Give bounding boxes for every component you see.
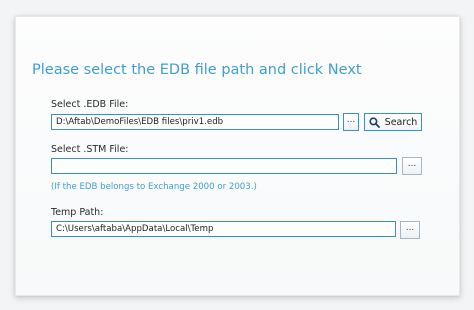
edb-file-path-input[interactable]: [51, 114, 339, 130]
search-button-label: Search: [384, 116, 418, 128]
edb-file-label: Select .EDB File:: [51, 99, 129, 110]
wizard-panel: [15, 16, 460, 296]
temp-path-input[interactable]: [51, 221, 396, 237]
search-button[interactable]: Search: [364, 113, 422, 131]
stm-file-path-input[interactable]: [51, 158, 397, 174]
stm-hint-text: (If the EDB belongs to Exchange 2000 or …: [51, 182, 257, 192]
temp-path-label: Temp Path:: [51, 207, 104, 218]
temp-browse-button[interactable]: ...: [400, 221, 420, 239]
stm-file-label: Select .STM File:: [51, 144, 129, 155]
page-title: Please select the EDB file path and clic…: [32, 62, 362, 78]
stm-browse-button[interactable]: ...: [402, 157, 422, 175]
search-icon: [369, 113, 380, 132]
edb-browse-button[interactable]: ...: [343, 113, 359, 131]
